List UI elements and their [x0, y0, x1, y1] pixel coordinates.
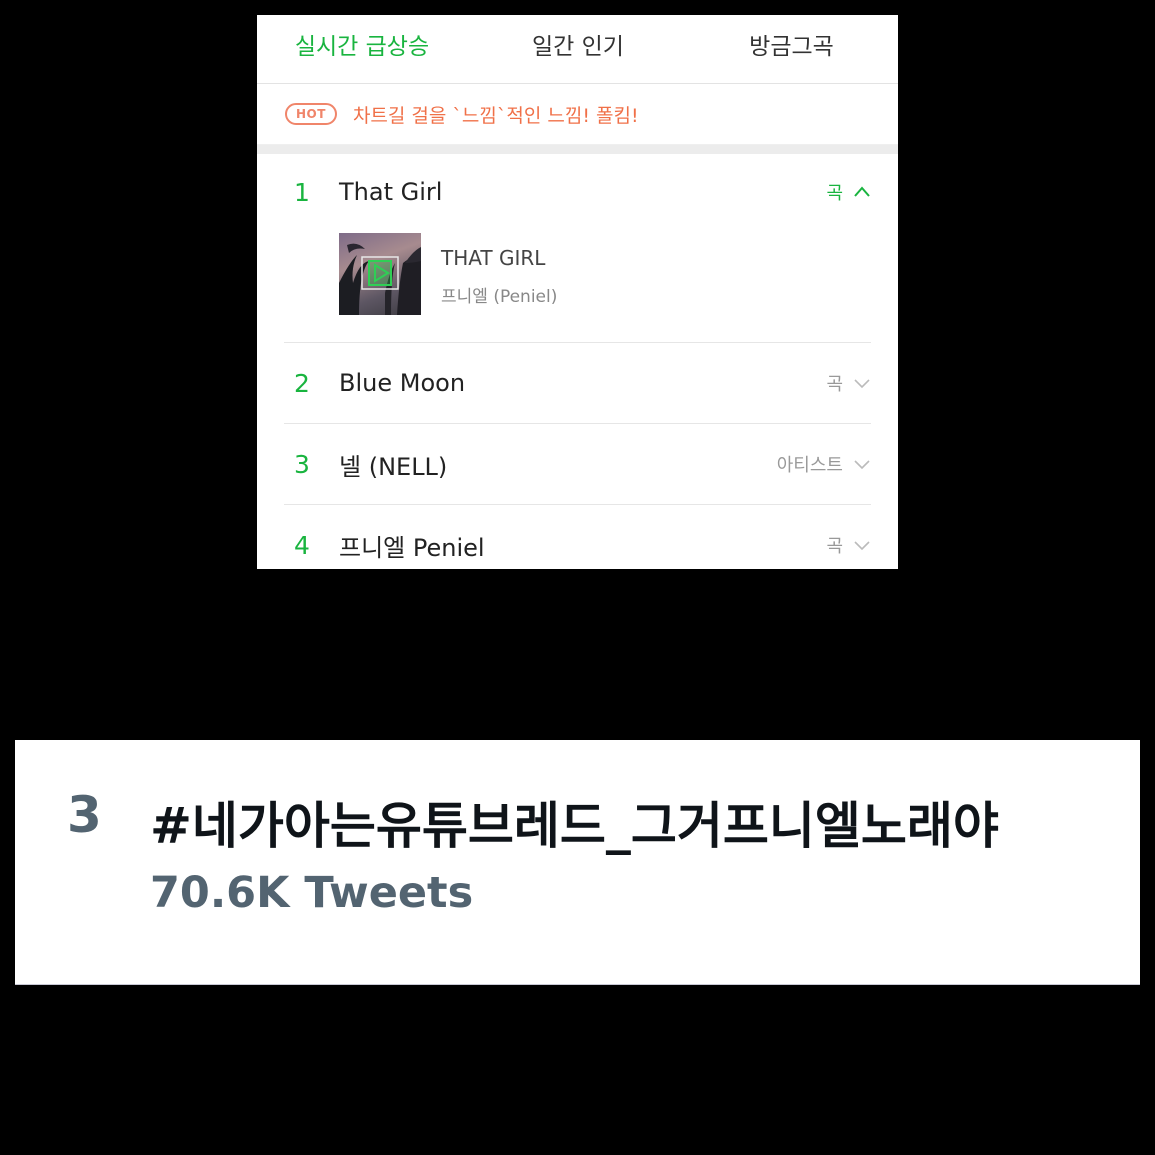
rank-type-toggle[interactable]: 곡 — [826, 505, 871, 569]
chevron-down-icon — [854, 541, 870, 551]
album-art — [339, 233, 421, 315]
chevron-up-icon — [854, 186, 870, 197]
tab-that-song[interactable]: 방금그곡 — [685, 15, 898, 73]
rank-number: 4 — [294, 530, 310, 560]
rank-type-toggle[interactable]: 곡 — [826, 343, 871, 423]
rank-row-4[interactable]: 4 프니엘 Peniel 곡 — [284, 505, 871, 569]
trend-tweet-count: 70.6K Tweets — [150, 868, 474, 918]
trend-rank: 3 — [67, 786, 102, 844]
expanded-song-card[interactable]: THAT GIRL 프니엘 (Peniel) — [284, 230, 871, 343]
song-title: THAT GIRL — [441, 246, 546, 270]
hot-text: 차트길 걸을 `느낌`적인 느낌! 폴킴! — [352, 104, 639, 127]
rank-type-toggle[interactable]: 아티스트 — [777, 424, 871, 504]
rank-number: 2 — [294, 368, 310, 398]
trend-hashtag[interactable]: #네가아는유튜브레드_그거프니엘노래야 — [150, 786, 999, 858]
section-divider — [257, 145, 898, 154]
rank-row-1[interactable]: 1 That Girl 곡 THAT GIRL 프니엘 (Peniel) — [284, 154, 871, 343]
trending-topic-card[interactable]: 3 #네가아는유튜브레드_그거프니엘노래야 70.6K Tweets — [15, 740, 1140, 985]
rank-type-label: 아티스트 — [776, 455, 843, 476]
rank-type-toggle[interactable]: 곡 — [826, 154, 871, 230]
chart-tabs: 실시간 급상승 일간 인기 방금그곡 — [257, 15, 898, 84]
tab-daily-popular[interactable]: 일간 인기 — [471, 15, 685, 73]
chevron-down-icon — [854, 379, 870, 389]
rank-type-label: 곡 — [826, 183, 843, 204]
rank-row-2[interactable]: 2 Blue Moon 곡 — [284, 343, 871, 424]
rank-number: 3 — [294, 449, 310, 479]
rank-type-label: 곡 — [826, 374, 843, 395]
chevron-down-icon — [854, 460, 870, 470]
hot-badge: HOT — [285, 103, 337, 125]
rank-title: That Girl — [339, 178, 443, 206]
music-chart-panel: 실시간 급상승 일간 인기 방금그곡 HOT 차트길 걸을 `느낌`적인 느낌!… — [257, 15, 898, 569]
rank-title: 프니엘 Peniel — [339, 533, 485, 562]
rank-row-3[interactable]: 3 넬 (NELL) 아티스트 — [284, 424, 871, 505]
rank-title: Blue Moon — [339, 369, 466, 397]
tab-realtime-rising[interactable]: 실시간 급상승 — [257, 15, 467, 73]
hot-banner[interactable]: HOT 차트길 걸을 `느낌`적인 느낌! 폴킴! — [257, 84, 898, 145]
rank-number: 1 — [294, 177, 310, 207]
rank-title: 넬 (NELL) — [339, 452, 448, 481]
rank-type-label: 곡 — [826, 536, 843, 557]
song-artist: 프니엘 (Peniel) — [441, 287, 558, 307]
play-icon[interactable] — [339, 233, 421, 315]
